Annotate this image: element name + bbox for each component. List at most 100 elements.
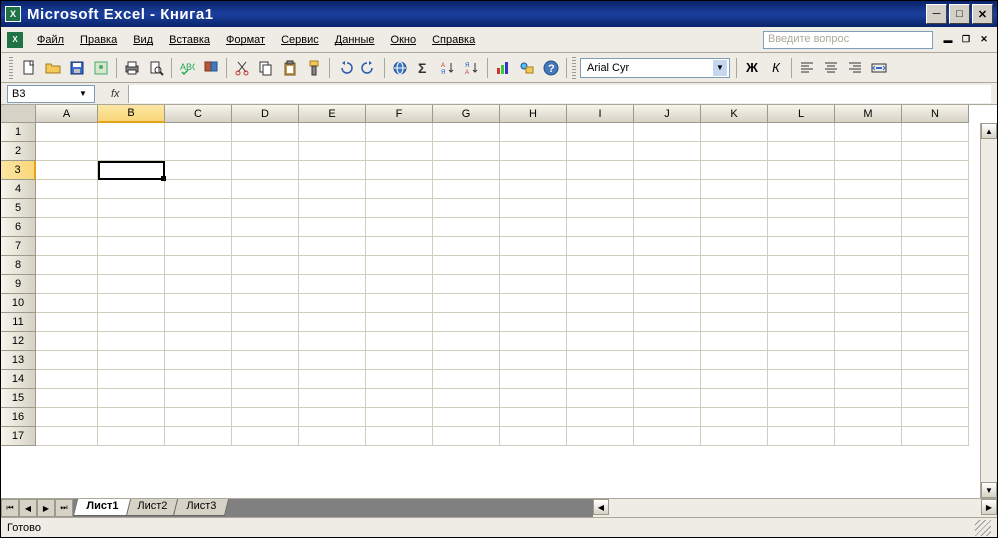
cell-M17[interactable] [835, 427, 902, 446]
cell-H16[interactable] [500, 408, 567, 427]
cell-L17[interactable] [768, 427, 835, 446]
spellcheck-icon[interactable]: ABC [176, 57, 198, 79]
cell-F16[interactable] [366, 408, 433, 427]
cell-F3[interactable] [366, 161, 433, 180]
cell-H2[interactable] [500, 142, 567, 161]
open-icon[interactable] [42, 57, 64, 79]
column-header-A[interactable]: A [36, 105, 98, 123]
cell-C14[interactable] [165, 370, 232, 389]
cell-I12[interactable] [567, 332, 634, 351]
cell-M3[interactable] [835, 161, 902, 180]
tab-first-button[interactable]: ⏮ [1, 499, 19, 517]
cell-D8[interactable] [232, 256, 299, 275]
permission-icon[interactable] [90, 57, 112, 79]
cell-J2[interactable] [634, 142, 701, 161]
cell-A9[interactable] [36, 275, 98, 294]
cell-J16[interactable] [634, 408, 701, 427]
cell-F1[interactable] [366, 123, 433, 142]
tab-last-button[interactable]: ⏭ [55, 499, 73, 517]
tab-next-button[interactable]: ▶ [37, 499, 55, 517]
cell-E17[interactable] [299, 427, 366, 446]
cell-C13[interactable] [165, 351, 232, 370]
cell-K7[interactable] [701, 237, 768, 256]
cell-G14[interactable] [433, 370, 500, 389]
cell-J3[interactable] [634, 161, 701, 180]
select-all-button[interactable] [1, 105, 36, 123]
cell-M7[interactable] [835, 237, 902, 256]
cell-J9[interactable] [634, 275, 701, 294]
row-header-11[interactable]: 11 [1, 313, 36, 332]
menu-сервис[interactable]: Сервис [273, 31, 327, 49]
cell-N13[interactable] [902, 351, 969, 370]
cell-H12[interactable] [500, 332, 567, 351]
cell-N14[interactable] [902, 370, 969, 389]
fx-label[interactable]: fx [111, 88, 120, 100]
resize-grip[interactable] [975, 520, 991, 536]
cell-N8[interactable] [902, 256, 969, 275]
undo-icon[interactable] [334, 57, 356, 79]
cell-E14[interactable] [299, 370, 366, 389]
menu-вид[interactable]: Вид [125, 31, 161, 49]
row-header-3[interactable]: 3 [1, 161, 36, 180]
copy-icon[interactable] [255, 57, 277, 79]
cell-G11[interactable] [433, 313, 500, 332]
cell-B16[interactable] [98, 408, 165, 427]
column-header-I[interactable]: I [567, 105, 634, 123]
cell-L2[interactable] [768, 142, 835, 161]
column-header-N[interactable]: N [902, 105, 969, 123]
row-header-16[interactable]: 16 [1, 408, 36, 427]
menu-правка[interactable]: Правка [72, 31, 125, 49]
cell-L10[interactable] [768, 294, 835, 313]
cell-C8[interactable] [165, 256, 232, 275]
cell-M12[interactable] [835, 332, 902, 351]
row-header-2[interactable]: 2 [1, 142, 36, 161]
cell-C3[interactable] [165, 161, 232, 180]
cell-B3[interactable] [98, 161, 165, 180]
cell-N4[interactable] [902, 180, 969, 199]
cell-A12[interactable] [36, 332, 98, 351]
column-header-K[interactable]: K [701, 105, 768, 123]
cell-G16[interactable] [433, 408, 500, 427]
cell-J13[interactable] [634, 351, 701, 370]
cell-J15[interactable] [634, 389, 701, 408]
cell-A6[interactable] [36, 218, 98, 237]
cell-H5[interactable] [500, 199, 567, 218]
sort-desc-icon[interactable]: ЯА [461, 57, 483, 79]
vertical-scrollbar[interactable]: ▲ ▼ [980, 123, 997, 498]
cell-E8[interactable] [299, 256, 366, 275]
name-box[interactable]: B3 ▼ [7, 85, 95, 103]
row-header-12[interactable]: 12 [1, 332, 36, 351]
cell-L12[interactable] [768, 332, 835, 351]
cell-L16[interactable] [768, 408, 835, 427]
cell-G7[interactable] [433, 237, 500, 256]
cell-I3[interactable] [567, 161, 634, 180]
cell-K14[interactable] [701, 370, 768, 389]
cell-J10[interactable] [634, 294, 701, 313]
cell-C2[interactable] [165, 142, 232, 161]
cell-E9[interactable] [299, 275, 366, 294]
cell-L7[interactable] [768, 237, 835, 256]
cell-M6[interactable] [835, 218, 902, 237]
cell-N5[interactable] [902, 199, 969, 218]
font-name-combo[interactable]: Arial Cyr ▼ [580, 58, 730, 78]
cell-E13[interactable] [299, 351, 366, 370]
mdi-close-button[interactable]: ✕ [976, 33, 992, 47]
cell-D4[interactable] [232, 180, 299, 199]
column-header-G[interactable]: G [433, 105, 500, 123]
cell-M8[interactable] [835, 256, 902, 275]
align-left-icon[interactable] [796, 57, 818, 79]
cell-D6[interactable] [232, 218, 299, 237]
cell-K8[interactable] [701, 256, 768, 275]
help-search-input[interactable]: Введите вопрос [763, 31, 933, 49]
column-header-B[interactable]: B [98, 105, 165, 123]
row-header-9[interactable]: 9 [1, 275, 36, 294]
cell-K16[interactable] [701, 408, 768, 427]
cell-K15[interactable] [701, 389, 768, 408]
column-header-J[interactable]: J [634, 105, 701, 123]
cell-D11[interactable] [232, 313, 299, 332]
cell-E6[interactable] [299, 218, 366, 237]
research-icon[interactable] [200, 57, 222, 79]
cell-F12[interactable] [366, 332, 433, 351]
cell-M4[interactable] [835, 180, 902, 199]
cell-H7[interactable] [500, 237, 567, 256]
